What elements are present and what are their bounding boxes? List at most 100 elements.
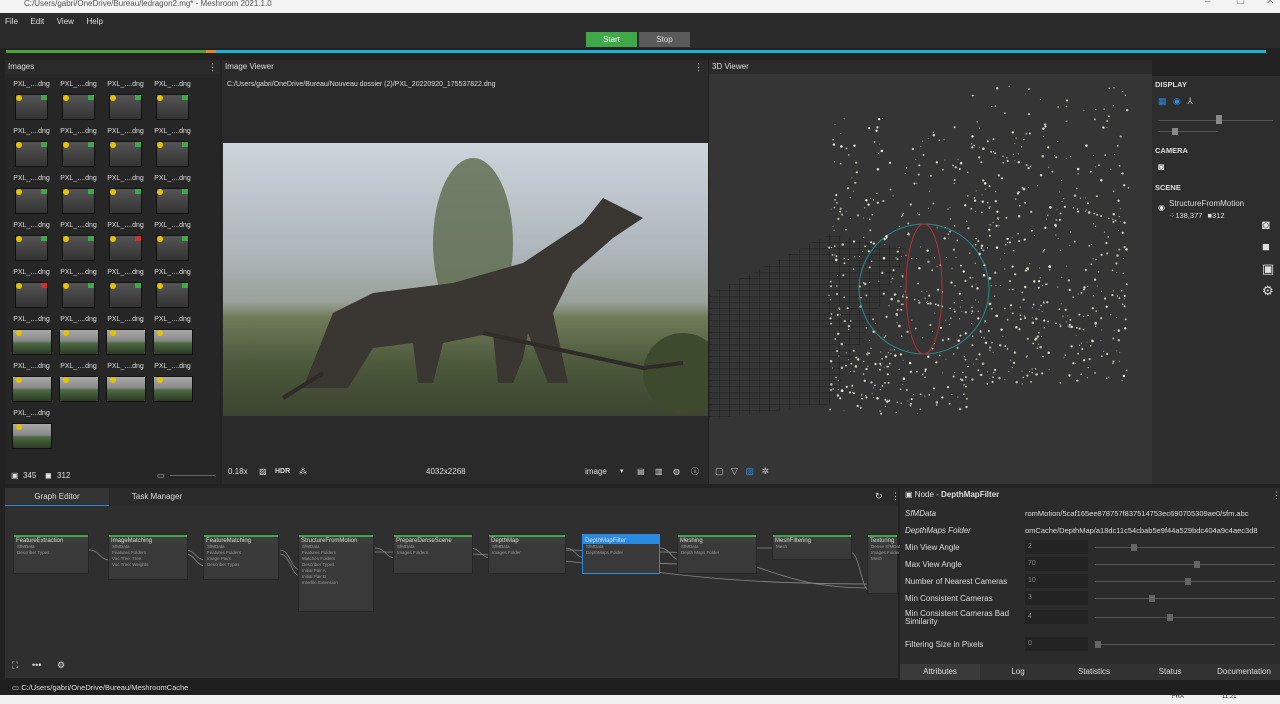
tab-status[interactable]: Status [1132,664,1208,680]
frustum-icon[interactable]: ▽ [731,466,738,476]
image-thumbnail[interactable]: PXL_....dng [57,174,100,216]
image-thumbnail[interactable]: PXL_....dng [151,127,194,169]
image-thumbnail[interactable]: PXL_....dng [151,80,194,122]
image-thumbnail[interactable]: PXL_....dng [104,80,147,122]
node-port[interactable]: Mesh [868,556,897,562]
image-thumbnail[interactable]: PXL_....dng [57,315,100,357]
graph-node-featurematching[interactable]: FeatureMatching SfMData Features Folders Im… [203,534,279,580]
fit-graph-icon[interactable]: ⛶ [12,660,18,671]
visibility-eye-icon[interactable]: ◉ [1158,203,1165,212]
param-slider-knob[interactable] [1185,578,1191,585]
graph-node-preparedensescene[interactable]: PrepareDenseScene SfMData Images Folders [393,534,473,574]
node-menu-icon[interactable]: ⋮ [1272,490,1280,501]
graph-node-depthmapfilter[interactable]: DepthMapFilter SfMData DepthMaps Folder [582,534,660,574]
param-slider-knob[interactable] [1131,544,1137,551]
minimize-icon[interactable]: – [1205,0,1211,7]
param-slider[interactable] [1095,617,1275,618]
start-button[interactable]: Start [586,32,637,47]
image-thumbnail[interactable]: PXL_....dng [151,174,194,216]
node-port[interactable]: Voc Tree: Weights [109,562,187,568]
sfmdata-field[interactable]: romMotion/5caf165ee878757f837514753ec690… [1025,505,1278,522]
param-value-input[interactable]: 4 [1025,610,1088,624]
tab-documentation[interactable]: Documentation [1208,664,1280,680]
image-thumbnail[interactable]: PXL_....dng [57,221,100,263]
globe-icon[interactable]: ◍ [673,464,680,480]
metadata-icon[interactable]: ▤ [637,464,645,480]
point-size-knob[interactable] [1216,115,1222,124]
image-thumbnail[interactable]: PXL_....dng [57,362,100,404]
image-thumbnail[interactable]: PXL_....dng [104,315,147,357]
snapshot-icon[interactable]: ◙ [1262,214,1274,236]
image-thumbnail[interactable]: PXL_....dng [104,221,147,263]
image-thumbnail[interactable]: PXL_....dng [57,127,100,169]
menu-edit[interactable]: Edit [25,13,49,30]
bounding-box-icon[interactable]: ▢ [715,466,724,476]
grid-mode-icon[interactable]: ▦ [1158,96,1167,106]
image-thumbnail[interactable]: PXL_....dng [104,127,147,169]
param-slider[interactable] [1095,644,1275,645]
image-thumbnail[interactable]: PXL_....dng [10,127,53,169]
param-value-input[interactable]: 2 [1025,540,1088,554]
camera-scale-slider[interactable] [1158,131,1218,132]
thumbnail-size-slider[interactable] [170,475,215,476]
image-thumbnail[interactable]: PXL_....dng [104,268,147,310]
graph-settings-icon[interactable]: ⚙ [57,660,65,671]
node-port[interactable]: Images Folders [394,550,472,556]
graph-node-depthmap[interactable]: DepthMap SfMData Images Folder [488,534,566,574]
param-value-input[interactable]: 0 [1025,637,1088,651]
orbit-icon[interactable]: ◉ [1173,96,1181,106]
grid-toggle-icon[interactable]: ▨ [745,466,754,476]
node-port[interactable]: Depth Maps Folder [678,550,756,556]
node-port[interactable]: Describer Types [14,550,88,556]
chevron-down-icon[interactable]: ▾ [620,464,624,480]
param-value-input[interactable]: 3 [1025,591,1088,605]
node-port[interactable]: Describer Types [204,562,278,568]
close-icon[interactable]: ✕ [1266,0,1274,7]
fit-icon[interactable]: ▨ [259,464,267,480]
node-port[interactable]: Interfile Extension [299,580,373,586]
image-thumbnail[interactable]: PXL_....dng [10,315,53,357]
param-slider[interactable] [1095,564,1275,565]
graph-node-featureextraction[interactable]: FeatureExtraction SfMData Describer Types [13,534,89,574]
image-thumbnail[interactable]: PXL_....dng [104,362,147,404]
image-thumbnail[interactable]: PXL_....dng [151,221,194,263]
image-overlay-icon[interactable]: ▣ [1262,258,1274,280]
graph-node-structurefrommotion[interactable]: StructureFromMotion SfMData Features Folde… [298,534,374,612]
image-display[interactable] [223,143,708,416]
param-slider[interactable] [1095,598,1275,599]
graph-node-meshing[interactable]: Meshing SfMData Depth Maps Folder [677,534,757,574]
node-port[interactable]: Mesh [773,544,851,550]
channel-select[interactable]: image [585,464,607,480]
3d-viewer-panel[interactable]: 3D Viewer ▢ ▽ ▨ ✲ [709,60,1152,484]
tab-attributes[interactable]: Attributes [900,664,980,680]
image-thumbnail[interactable]: PXL_....dng [10,409,53,451]
graph-node-texturing[interactable]: Texturing Dense SfMData Images Folder Mesh [867,534,903,594]
image-thumbnail[interactable]: PXL_....dng [57,268,100,310]
depthmaps-folder-field[interactable]: omCache/DepthMap/a18dc11c54cbab5e9f44a52… [1025,522,1278,539]
param-value-input[interactable]: 70 [1025,557,1088,571]
image-thumbnail[interactable]: PXL_....dng [104,174,147,216]
image-viewer-menu-icon[interactable]: ⋮ [694,62,703,73]
menu-view[interactable]: View [52,13,79,30]
image-thumbnail[interactable]: PXL_....dng [10,221,53,263]
info-icon[interactable]: ⓘ [691,464,699,480]
image-thumbnail[interactable]: PXL_....dng [10,268,53,310]
camera-up-icon[interactable]: ⅄ [1187,96,1193,106]
param-value-input[interactable]: 10 [1025,574,1088,588]
graph-node-imagematching[interactable]: ImageMatching SfMData Features Folders Voc … [108,534,188,580]
node-port[interactable]: Images Folder [489,550,565,556]
menu-file[interactable]: File [0,13,23,30]
image-thumbnail[interactable]: PXL_....dng [10,174,53,216]
stop-button[interactable]: Stop [639,32,690,47]
tab-statistics[interactable]: Statistics [1056,664,1132,680]
hdr-toggle[interactable]: HDR [275,464,290,480]
color-picker-icon[interactable]: ⁂ [299,464,307,480]
camera-scale-knob[interactable] [1172,128,1178,135]
param-slider-knob[interactable] [1095,641,1101,648]
image-thumbnail[interactable]: PXL_....dng [57,80,100,122]
graph-node-meshfiltering[interactable]: MeshFiltering Mesh [772,534,852,560]
node-port[interactable]: DepthMaps Folder [583,550,659,556]
more-icon[interactable]: ••• [32,660,41,670]
histogram-icon[interactable]: ▥ [655,464,663,480]
camera-icon[interactable]: ◙ [1158,162,1164,173]
